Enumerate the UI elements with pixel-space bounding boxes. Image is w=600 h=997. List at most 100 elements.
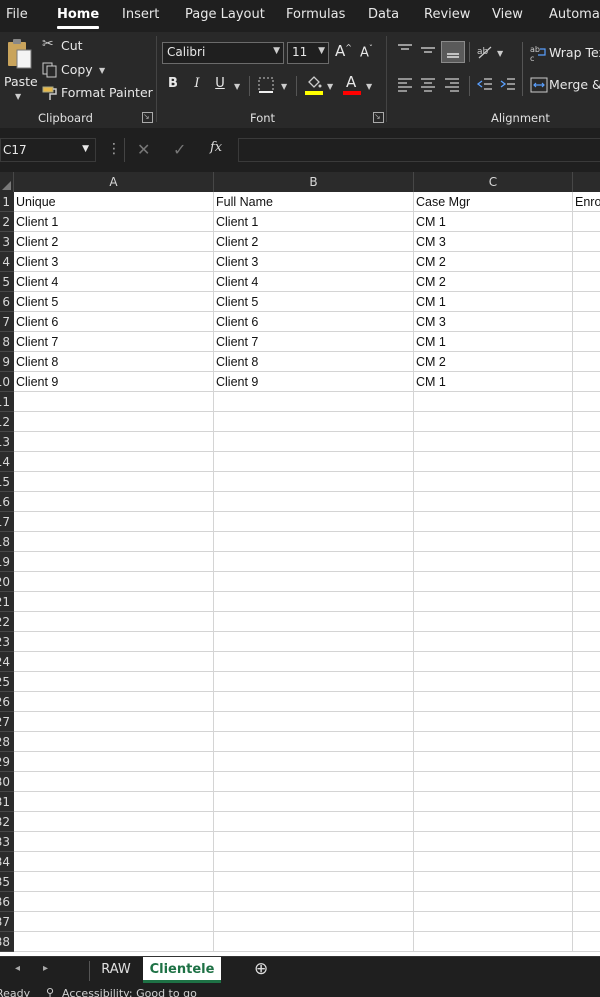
cell[interactable] bbox=[573, 772, 600, 792]
align-right-icon[interactable] bbox=[443, 76, 461, 92]
scroll-tabs-left-icon[interactable]: ◂ bbox=[15, 963, 20, 974]
cell[interactable] bbox=[573, 932, 600, 952]
wrap-text-button[interactable]: ab c Wrap Text bbox=[530, 44, 600, 62]
column-header-c[interactable]: C bbox=[414, 172, 573, 192]
tab-insert[interactable]: Insert bbox=[122, 7, 159, 22]
cell[interactable] bbox=[214, 892, 414, 912]
cell[interactable] bbox=[573, 432, 600, 452]
font-size-combo[interactable]: 11 ▼ bbox=[287, 42, 329, 64]
cell[interactable]: Case Mgr bbox=[414, 192, 573, 212]
cell[interactable] bbox=[214, 592, 414, 612]
cell[interactable]: CM 2 bbox=[414, 272, 573, 292]
tab-review[interactable]: Review bbox=[424, 7, 470, 22]
row-header[interactable]: 18 bbox=[0, 532, 14, 552]
cell[interactable] bbox=[414, 872, 573, 892]
paste-button[interactable]: Paste ▼ bbox=[2, 36, 38, 102]
cell[interactable]: Client 5 bbox=[214, 292, 414, 312]
scroll-tabs-right-icon[interactable]: ▸ bbox=[43, 963, 48, 974]
cell[interactable] bbox=[214, 692, 414, 712]
row-header[interactable]: 14 bbox=[0, 452, 14, 472]
row-header[interactable]: 17 bbox=[0, 512, 14, 532]
bottom-align-button[interactable] bbox=[441, 41, 465, 63]
row-header[interactable]: 36 bbox=[0, 892, 14, 912]
copy-button[interactable]: Copy ▼ bbox=[42, 62, 112, 80]
cell[interactable] bbox=[573, 272, 600, 292]
align-left-icon[interactable] bbox=[396, 76, 414, 92]
row-header[interactable]: 12 bbox=[0, 412, 14, 432]
cell[interactable] bbox=[573, 232, 600, 252]
row-header[interactable]: 22 bbox=[0, 612, 14, 632]
cell[interactable] bbox=[573, 332, 600, 352]
cell[interactable]: Client 9 bbox=[14, 372, 214, 392]
cell[interactable] bbox=[214, 572, 414, 592]
cell[interactable] bbox=[573, 732, 600, 752]
cell[interactable] bbox=[214, 832, 414, 852]
chevron-down-icon[interactable]: ▼ bbox=[366, 82, 372, 91]
row-header[interactable]: 1 bbox=[0, 192, 14, 212]
more-options-icon[interactable]: ⋮ bbox=[107, 141, 121, 157]
cell[interactable]: Client 8 bbox=[14, 352, 214, 372]
sheet-tab-raw[interactable]: RAW bbox=[90, 957, 142, 983]
cell[interactable] bbox=[214, 812, 414, 832]
cell[interactable] bbox=[14, 552, 214, 572]
cell[interactable] bbox=[414, 672, 573, 692]
cell[interactable] bbox=[573, 552, 600, 572]
cell[interactable] bbox=[414, 652, 573, 672]
cell[interactable]: Client 2 bbox=[214, 232, 414, 252]
cell[interactable] bbox=[214, 512, 414, 532]
fill-color-button[interactable] bbox=[304, 74, 324, 96]
cell[interactable] bbox=[214, 932, 414, 952]
row-header[interactable]: 31 bbox=[0, 792, 14, 812]
cell[interactable] bbox=[414, 432, 573, 452]
cell[interactable] bbox=[414, 932, 573, 952]
row-header[interactable]: 9 bbox=[0, 352, 14, 372]
cell[interactable]: CM 3 bbox=[414, 232, 573, 252]
cell[interactable] bbox=[214, 452, 414, 472]
cell[interactable]: Client 9 bbox=[214, 372, 414, 392]
cell[interactable] bbox=[414, 832, 573, 852]
cell[interactable] bbox=[214, 532, 414, 552]
cell[interactable] bbox=[573, 572, 600, 592]
format-painter-button[interactable]: Format Painter bbox=[42, 85, 153, 103]
top-align-icon[interactable] bbox=[396, 42, 414, 58]
row-header[interactable]: 27 bbox=[0, 712, 14, 732]
select-all-corner[interactable] bbox=[0, 172, 14, 192]
cell[interactable] bbox=[414, 532, 573, 552]
cut-button[interactable]: ✂ Cut bbox=[42, 36, 92, 56]
cell[interactable] bbox=[573, 492, 600, 512]
cell[interactable] bbox=[573, 252, 600, 272]
cell[interactable] bbox=[14, 592, 214, 612]
cell[interactable] bbox=[573, 812, 600, 832]
row-header[interactable]: 20 bbox=[0, 572, 14, 592]
cell[interactable] bbox=[14, 812, 214, 832]
cell[interactable] bbox=[214, 492, 414, 512]
chevron-down-icon[interactable]: ▼ bbox=[327, 82, 333, 91]
row-header[interactable]: 32 bbox=[0, 812, 14, 832]
row-header[interactable]: 10 bbox=[0, 372, 14, 392]
cell[interactable]: CM 1 bbox=[414, 332, 573, 352]
cell[interactable] bbox=[214, 632, 414, 652]
increase-indent-icon[interactable] bbox=[499, 76, 517, 92]
merge-center-button[interactable]: Merge & bbox=[530, 76, 600, 94]
cell[interactable] bbox=[573, 832, 600, 852]
cell[interactable] bbox=[14, 732, 214, 752]
cell[interactable] bbox=[414, 792, 573, 812]
name-box[interactable]: C17 ▼ bbox=[0, 138, 96, 162]
row-header[interactable]: 30 bbox=[0, 772, 14, 792]
row-header[interactable]: 15 bbox=[0, 472, 14, 492]
cell[interactable] bbox=[414, 412, 573, 432]
cell[interactable] bbox=[214, 392, 414, 412]
borders-icon[interactable] bbox=[257, 76, 275, 94]
tab-automate[interactable]: Automate bbox=[549, 7, 600, 22]
cell[interactable]: CM 1 bbox=[414, 372, 573, 392]
cell[interactable] bbox=[414, 472, 573, 492]
cell[interactable] bbox=[414, 592, 573, 612]
cell[interactable]: Client 2 bbox=[14, 232, 214, 252]
tab-view[interactable]: View bbox=[492, 7, 523, 22]
row-header[interactable]: 13 bbox=[0, 432, 14, 452]
cell[interactable] bbox=[414, 772, 573, 792]
cell[interactable] bbox=[414, 732, 573, 752]
row-header[interactable]: 33 bbox=[0, 832, 14, 852]
cell[interactable]: CM 3 bbox=[414, 312, 573, 332]
cell[interactable] bbox=[414, 852, 573, 872]
